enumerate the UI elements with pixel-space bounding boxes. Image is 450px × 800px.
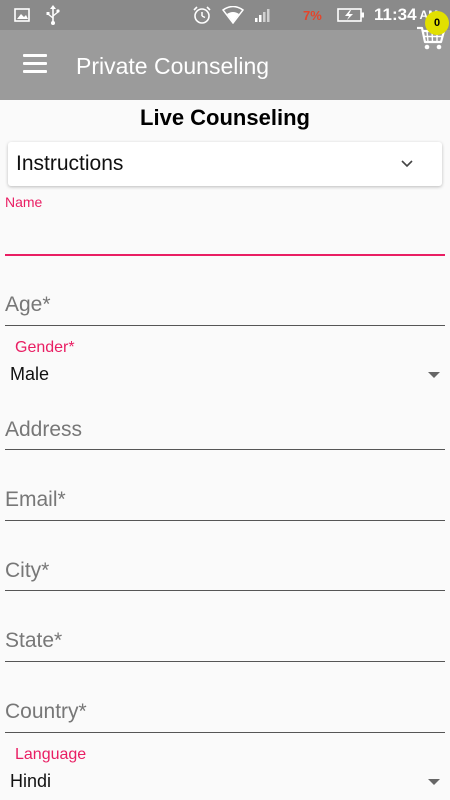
city-placeholder: City* bbox=[5, 559, 50, 582]
name-label: Name bbox=[5, 194, 43, 210]
clock-time: 11:34 bbox=[374, 5, 417, 24]
age-field[interactable]: Age* bbox=[5, 285, 445, 326]
language-label: Language bbox=[15, 746, 87, 763]
chevron-down-icon bbox=[400, 154, 416, 168]
battery-charging-icon bbox=[337, 0, 365, 30]
email-underline bbox=[5, 520, 445, 521]
age-placeholder: Age* bbox=[5, 293, 51, 316]
instructions-dropdown[interactable]: Instructions bbox=[8, 142, 442, 186]
dropdown-arrow-icon bbox=[428, 779, 440, 785]
page-title: Private Counseling bbox=[76, 53, 270, 79]
dropdown-arrow-icon bbox=[428, 372, 440, 378]
country-underline bbox=[5, 732, 445, 733]
gallery-icon bbox=[14, 0, 30, 30]
gender-select[interactable]: Gender* Male bbox=[10, 338, 450, 394]
address-underline bbox=[5, 449, 445, 450]
status-bar: 7% 11:34AM bbox=[0, 0, 450, 30]
section-heading: Live Counseling bbox=[140, 105, 310, 130]
usb-icon bbox=[46, 0, 60, 30]
wifi-icon bbox=[222, 0, 244, 30]
gender-label: Gender* bbox=[15, 339, 75, 356]
instructions-label: Instructions bbox=[16, 152, 124, 175]
cart-count-badge: 0 bbox=[425, 11, 449, 35]
address-placeholder: Address bbox=[5, 418, 83, 441]
state-field[interactable]: State* bbox=[5, 621, 445, 662]
language-value: Hindi bbox=[10, 771, 52, 791]
state-placeholder: State* bbox=[5, 629, 63, 652]
city-underline bbox=[5, 590, 445, 591]
menu-icon[interactable] bbox=[23, 54, 47, 74]
age-underline bbox=[5, 325, 445, 326]
address-field[interactable]: Address bbox=[5, 410, 445, 450]
name-underline bbox=[5, 254, 445, 256]
email-field[interactable]: Email* bbox=[5, 480, 445, 521]
country-placeholder: Country* bbox=[5, 700, 87, 723]
city-field[interactable]: City* bbox=[5, 551, 445, 591]
alarm-icon bbox=[192, 0, 212, 30]
app-bar: Private Counseling bbox=[0, 30, 450, 100]
language-select[interactable]: Language Hindi bbox=[10, 745, 450, 800]
gender-value: Male bbox=[10, 364, 50, 384]
email-placeholder: Email* bbox=[5, 488, 66, 511]
name-field[interactable]: Name bbox=[5, 194, 445, 256]
state-underline bbox=[5, 661, 445, 662]
battery-percent: 7% bbox=[303, 7, 322, 23]
signal-icon bbox=[254, 0, 270, 30]
country-field[interactable]: Country* bbox=[5, 692, 445, 733]
